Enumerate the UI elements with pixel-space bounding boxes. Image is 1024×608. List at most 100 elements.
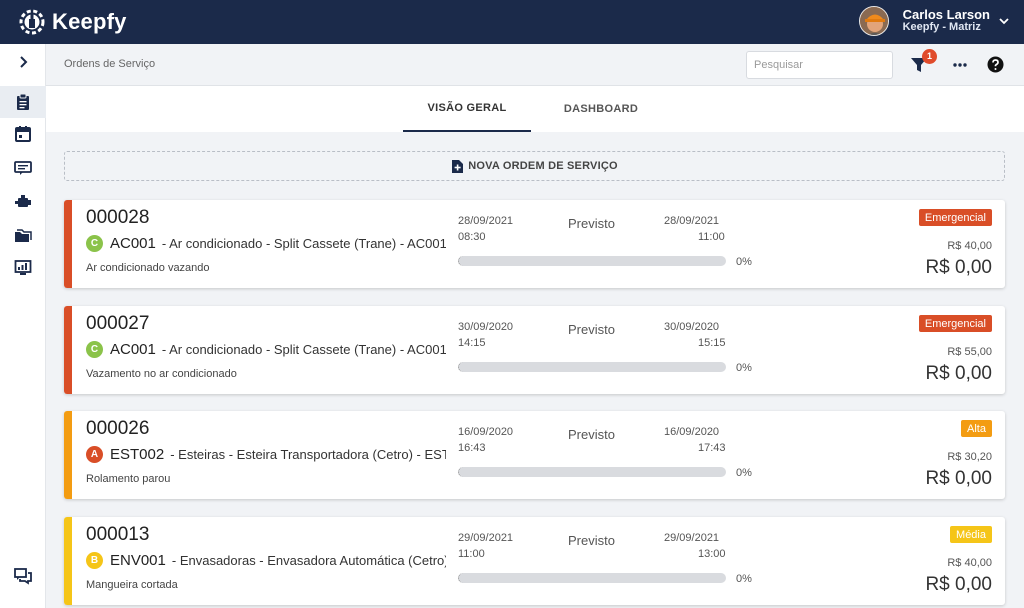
start-time: 14:15 (458, 337, 486, 349)
sidebar-item-reports[interactable] (0, 252, 46, 284)
asset-row: C AC001 - Ar condicionado - Split Cassete … (86, 233, 446, 253)
order-description: Rolamento parou (86, 473, 171, 485)
order-card[interactable]: 000013 B ENV001 - Envasadoras - Envasadora … (64, 517, 1005, 605)
asset-description: - Envasadoras - Envasadora Automática (C… (171, 552, 446, 568)
progress-bar (458, 256, 726, 266)
tab-dashboard[interactable]: DASHBOARD (546, 86, 656, 132)
user-org: Keepfy - Matriz (902, 21, 981, 33)
engine-icon (15, 195, 31, 207)
schedule-status: Previsto (568, 533, 615, 548)
priority-bar (64, 306, 72, 394)
criticality-badge: C (86, 234, 103, 252)
sidebar-item-calendar[interactable] (0, 118, 46, 150)
clipboard-icon (17, 93, 29, 110)
keepfy-logo-icon (19, 9, 45, 35)
end-time: 17:43 (698, 442, 726, 454)
start-time: 16:43 (458, 442, 486, 454)
sidebar-item-tickets[interactable] (0, 152, 46, 184)
order-number: 000028 (86, 207, 150, 228)
schedule-status: Previsto (568, 322, 615, 337)
order-description: Mangueira cortada (86, 579, 178, 591)
end-date: 30/09/2020 (664, 321, 720, 333)
start-date: 16/09/2020 (458, 426, 514, 438)
sidebar (0, 44, 46, 608)
schedule-status: Previsto (568, 427, 615, 442)
order-number: 000026 (86, 418, 150, 439)
end-date: 29/09/2021 (664, 532, 720, 544)
app-logo[interactable]: Keepfy (18, 8, 127, 36)
new-order-label: NOVA ORDEM DE SERVIÇO (468, 160, 618, 172)
avatar (858, 6, 889, 36)
criticality-badge: B (86, 551, 103, 569)
progress-percent: 0% (736, 573, 752, 585)
user-menu[interactable]: Carlos Larson Keepfy - Matriz (858, 6, 1009, 36)
actual-cost: R$ 0,00 (925, 257, 992, 278)
order-description: Ar condicionado vazando (86, 262, 210, 274)
ticket-icon (14, 161, 32, 175)
asset-description: - Ar condicionado - Split Cassete (Trane… (161, 341, 446, 357)
asset-row: A EST002 - Esteiras - Esteira Transportado… (86, 444, 446, 464)
chevron-down-icon[interactable] (998, 15, 1010, 27)
asset-row: C AC001 - Ar condicionado - Split Cassete … (86, 339, 446, 359)
start-date: 30/09/2020 (458, 321, 514, 333)
estimated-cost: R$ 40,00 (947, 557, 992, 569)
progress-percent: 0% (736, 362, 752, 374)
priority-badge: Média (950, 526, 992, 543)
tab-bar: VISÃO GERAL DASHBOARD (46, 86, 1024, 132)
priority-badge: Emergencial (918, 209, 992, 226)
priority-badge: Alta (961, 420, 992, 437)
asset-code: EST002 (110, 445, 165, 463)
start-time: 11:00 (458, 548, 485, 560)
tab-overview[interactable]: VISÃO GERAL (403, 86, 531, 132)
asset-description: - Ar condicionado - Split Cassete (Trane… (161, 235, 446, 251)
order-card[interactable]: 000028 C AC001 - Ar condicionado - Split Ca… (64, 200, 1005, 288)
end-date: 28/09/2021 (664, 215, 720, 227)
order-number: 000027 (86, 313, 150, 334)
monitor-icon (14, 260, 32, 275)
help-icon[interactable] (987, 56, 1004, 73)
sidebar-item-service-orders[interactable] (0, 86, 46, 118)
asset-code: ENV001 (110, 551, 166, 569)
top-bar: Keepfy Carlos Larson Keepfy - Matriz (0, 0, 1024, 44)
start-date: 29/09/2021 (458, 532, 514, 544)
criticality-badge: A (86, 445, 103, 463)
folders-icon (15, 229, 32, 242)
more-options-icon[interactable] (952, 57, 968, 73)
estimated-cost: R$ 40,00 (947, 240, 992, 252)
sidebar-expand-button[interactable] (0, 46, 46, 78)
new-order-button[interactable]: NOVA ORDEM DE SERVIÇO (64, 151, 1005, 181)
order-card[interactable]: 000026 A EST002 - Esteiras - Esteira Transp… (64, 411, 1005, 499)
progress-bar (458, 362, 726, 372)
asset-description: - Esteiras - Esteira Transportadora (Cet… (170, 446, 446, 462)
start-time: 08:30 (458, 231, 486, 243)
search-input[interactable] (746, 51, 893, 79)
sidebar-item-assets[interactable] (0, 186, 46, 218)
end-date: 16/09/2020 (664, 426, 720, 438)
chevron-right-icon (20, 56, 28, 68)
progress-bar (458, 467, 726, 477)
progress-bar (458, 573, 726, 583)
priority-bar (64, 517, 72, 605)
estimated-cost: R$ 30,20 (947, 451, 992, 463)
order-card[interactable]: 000027 C AC001 - Ar condicionado - Split Ca… (64, 306, 1005, 394)
actual-cost: R$ 0,00 (925, 468, 992, 489)
estimated-cost: R$ 55,00 (947, 346, 992, 358)
end-time: 15:15 (698, 337, 726, 349)
filter-count-badge: 1 (922, 49, 937, 64)
order-description: Vazamento no ar condicionado (86, 368, 237, 380)
progress-percent: 0% (736, 256, 752, 268)
calendar-icon (15, 126, 31, 142)
user-photo-icon (859, 7, 888, 35)
start-date: 28/09/2021 (458, 215, 514, 227)
actual-cost: R$ 0,00 (925, 574, 992, 595)
asset-row: B ENV001 - Envasadoras - Envasadora Automá… (86, 550, 446, 570)
priority-bar (64, 200, 72, 288)
chat-icon (14, 568, 32, 585)
breadcrumb: Ordens de Serviço (64, 58, 156, 70)
asset-code: AC001 (110, 234, 156, 252)
priority-bar (64, 411, 72, 499)
criticality-badge: C (86, 340, 103, 358)
actual-cost: R$ 0,00 (925, 363, 992, 384)
sidebar-item-documents[interactable] (0, 220, 46, 252)
sidebar-item-chat[interactable] (0, 560, 46, 592)
